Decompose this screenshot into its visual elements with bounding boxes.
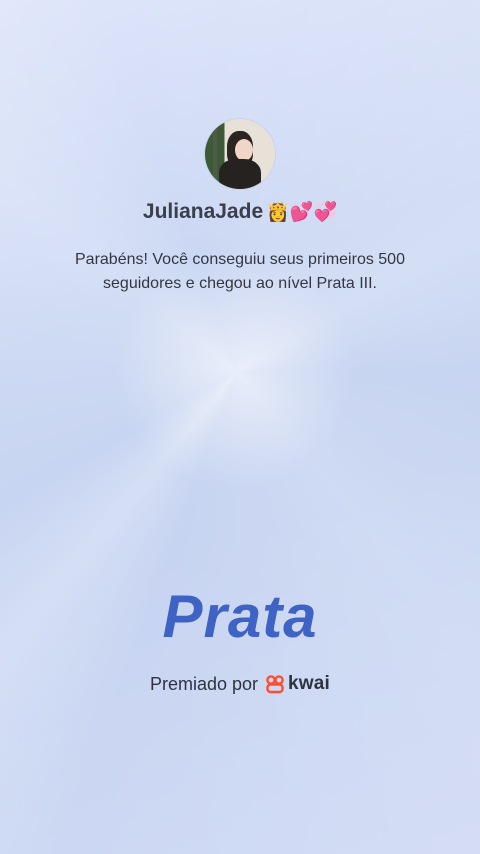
avatar-body <box>219 159 261 189</box>
username-title: JulianaJade 👸💕💞 <box>0 200 480 224</box>
kwai-brand[interactable]: kwai <box>265 673 330 695</box>
congrats-message: Parabéns! Você conseguiu seus primeiros … <box>75 251 405 292</box>
awarded-by-line: Premiado por kwai <box>0 673 480 695</box>
kwai-brand-text: kwai <box>288 673 331 694</box>
avatar-background-detail <box>213 119 217 189</box>
user-avatar[interactable] <box>205 119 275 189</box>
rank-title: Prata <box>162 583 318 650</box>
avatar-face <box>235 139 253 161</box>
username-text: JulianaJade <box>142 200 264 223</box>
kwai-logo-icon <box>266 675 284 694</box>
awarded-by-label: Premiado por <box>149 673 259 694</box>
username-emojis: 👸💕💞 <box>266 202 338 223</box>
